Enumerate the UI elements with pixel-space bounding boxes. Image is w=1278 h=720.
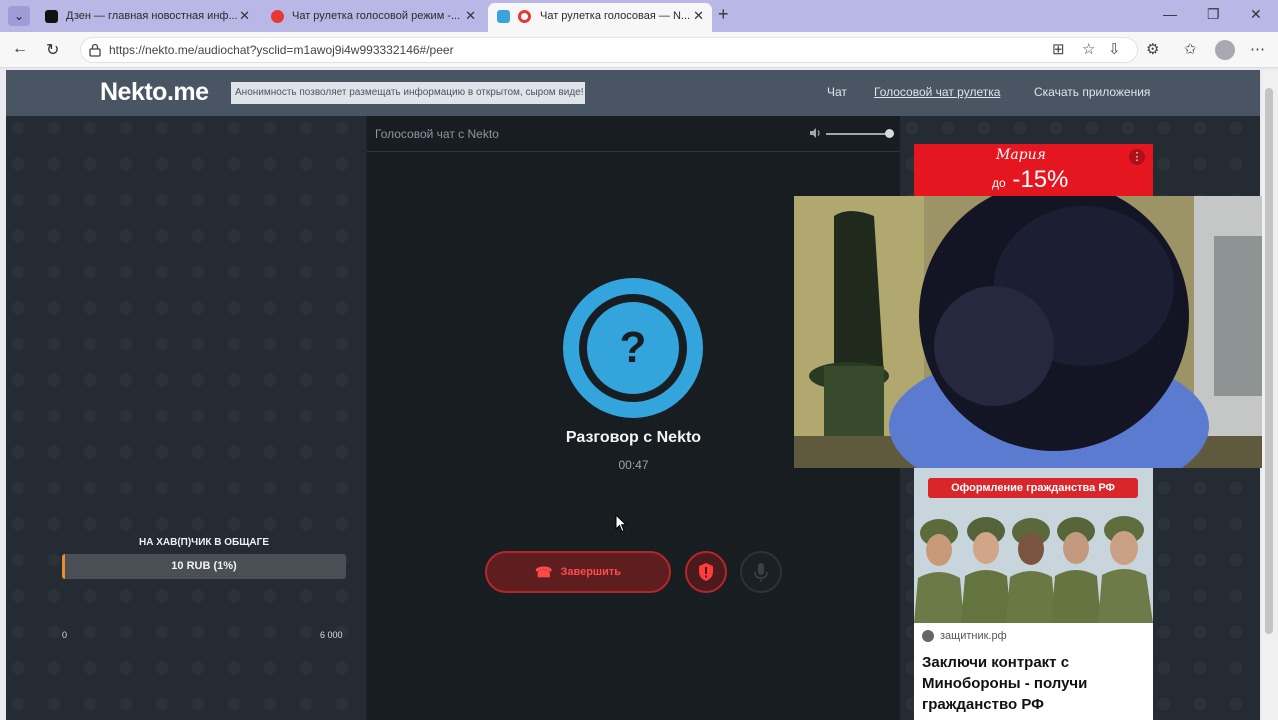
reload-icon[interactable]: ↻: [46, 40, 59, 60]
browser-tab-yandex[interactable]: Чат рулетка голосовой режим -... ✕: [262, 3, 484, 32]
end-call-label: Завершить: [560, 566, 621, 578]
close-tab-icon[interactable]: ✕: [239, 3, 250, 29]
end-call-button[interactable]: ☎ Завершить: [485, 551, 671, 593]
yandex-favicon-icon: [271, 10, 284, 23]
browser-toolbar: ← ↻ https://nekto.me/audiochat?ysclid=m1…: [0, 32, 1278, 68]
tab-title: Дзен — главная новостная инф...: [66, 10, 238, 22]
volume-slider-handle[interactable]: [885, 129, 894, 138]
volume-slider[interactable]: [826, 133, 889, 135]
chat-header: Голосовой чат с Nekto: [367, 116, 900, 152]
tab-title: Чат рулетка голосовой режим -...: [292, 10, 461, 22]
apps-icon[interactable]: ⊞: [1052, 40, 1065, 58]
donation-progress-bar: 10 RUB (1%): [62, 554, 346, 579]
close-tab-icon[interactable]: ✕: [693, 3, 704, 29]
ad-banner-maria[interactable]: Мария до -15% ⋮: [914, 144, 1153, 200]
browser-tab-bar: ⌄ Дзен — главная новостная инф... ✕ Чат …: [0, 0, 1278, 32]
nav-link-download-apps[interactable]: Скачать приложения: [1034, 85, 1150, 99]
source-icon: [922, 630, 934, 643]
nav-link-chat[interactable]: Чат: [827, 85, 847, 99]
new-tab-icon[interactable]: +: [718, 4, 729, 25]
address-bar[interactable]: https://nekto.me/audiochat?ysclid=m1awoj…: [80, 37, 1138, 63]
ad-badge: Оформление гражданства РФ: [928, 478, 1138, 498]
microphone-icon: [754, 563, 768, 582]
site-logo[interactable]: Nekto.me: [100, 78, 209, 107]
close-window-icon[interactable]: ✕: [1250, 6, 1262, 23]
recording-icon: [518, 10, 531, 23]
bookmark-star-icon[interactable]: ☆: [1082, 40, 1095, 58]
dzen-favicon-icon: [45, 10, 58, 23]
peer-avatar: ?: [563, 278, 703, 418]
tab-title: Чат рулетка голосовая — N...: [540, 10, 691, 22]
browser-tab-dzen[interactable]: Дзен — главная новостная инф... ✕: [36, 3, 258, 32]
donation-max-label: 6 000: [320, 630, 343, 640]
unknown-peer-icon: ?: [587, 302, 679, 394]
site-info-icon[interactable]: [89, 43, 101, 57]
browser-tab-nekto[interactable]: Чат рулетка голосовая — N... ✕: [488, 3, 712, 32]
ad-banner-contract[interactable]: Оформление гражданства РФ защитник.рф За…: [914, 468, 1153, 720]
nav-link-voice-roulette[interactable]: Голосовой чат рулетка: [874, 85, 1000, 99]
picture-in-picture-video[interactable]: [794, 196, 1278, 468]
back-icon[interactable]: ←: [12, 40, 28, 58]
ad-brand: Мария: [996, 147, 1046, 163]
ad-source: защитник.рф: [922, 630, 1007, 643]
webcam-feed-image: [794, 196, 1278, 468]
mute-microphone-button[interactable]: [740, 551, 782, 593]
url-text: https://nekto.me/audiochat?ysclid=m1awoj…: [109, 43, 454, 57]
scrollbar-thumb[interactable]: [1265, 88, 1273, 634]
hang-up-icon: ☎: [535, 564, 553, 581]
restore-icon[interactable]: ❐: [1207, 6, 1220, 23]
report-button[interactable]: [685, 551, 727, 593]
ad-image: Оформление гражданства РФ: [914, 468, 1153, 623]
profile-avatar[interactable]: [1215, 40, 1235, 60]
minimize-icon[interactable]: —: [1163, 6, 1177, 22]
donation-min-label: 0: [62, 630, 68, 640]
mouse-cursor-icon: [615, 514, 628, 533]
extensions-icon[interactable]: ⚙: [1146, 40, 1159, 58]
nekto-favicon-icon: [497, 10, 510, 23]
volume-icon[interactable]: [809, 127, 823, 139]
favorites-icon[interactable]: ✩: [1184, 40, 1197, 58]
ad-options-icon[interactable]: ⋮: [1129, 149, 1145, 165]
left-sidebar: НА ХАВ(П)ЧИК В ОБЩАГЕ 10 RUB (1%) 0 6 00…: [6, 116, 366, 720]
site-header: Nekto.me Анонимность позволяет размещать…: [6, 70, 1260, 116]
close-tab-icon[interactable]: ✕: [465, 3, 476, 29]
more-menu-icon[interactable]: ⋯: [1250, 40, 1265, 58]
site-notice: Анонимность позволяет размещать информац…: [231, 82, 585, 104]
donation-title: НА ХАВ(П)ЧИК В ОБЩАГЕ: [139, 537, 269, 548]
chat-title: Голосовой чат с Nekto: [375, 127, 499, 141]
shield-icon: [699, 563, 713, 581]
ad-discount: до -15%: [992, 166, 1069, 193]
download-icon[interactable]: ⇩: [1108, 40, 1121, 58]
tab-list-button[interactable]: ⌄: [8, 6, 30, 26]
ad-headline: Заключи контракт с Минобороны - получи г…: [922, 654, 1088, 713]
donation-value: 10 RUB (1%): [171, 560, 237, 572]
